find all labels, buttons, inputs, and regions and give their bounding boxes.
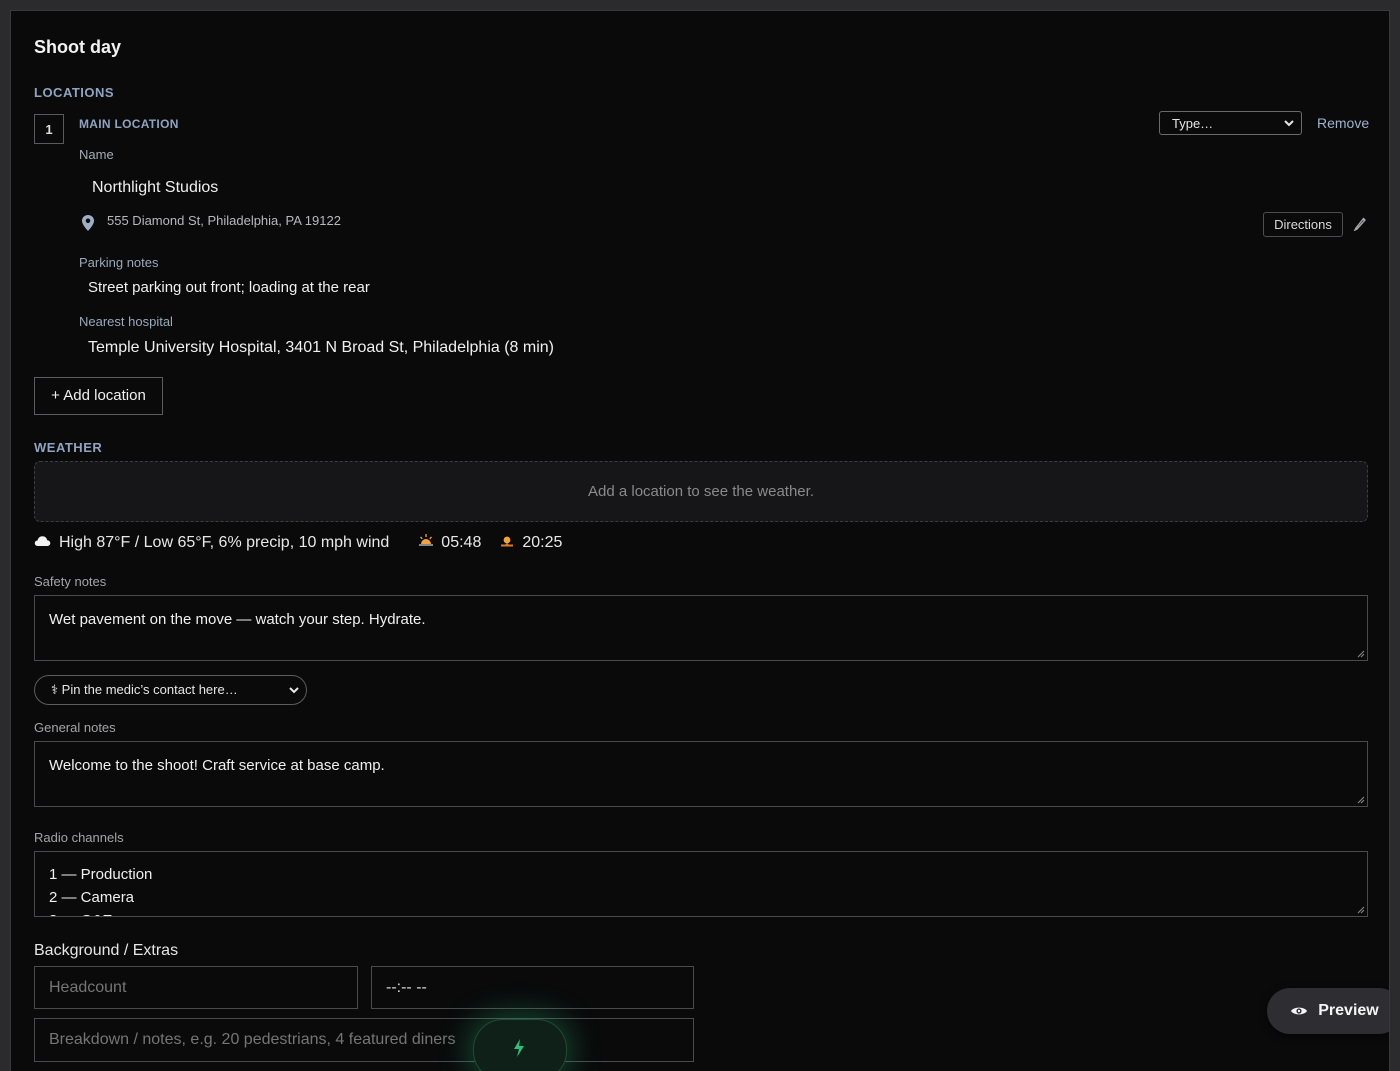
- location-address: 555 Diamond St, Philadelphia, PA 19122: [107, 213, 341, 228]
- shoot-day-panel: Shoot day LOCATIONS 1 MAIN LOCATION Type…: [10, 10, 1390, 1071]
- weather-empty-state: Add a location to see the weather.: [34, 461, 1368, 522]
- parking-notes-label: Parking notes: [79, 255, 159, 270]
- radio-channels-label: Radio channels: [34, 830, 124, 845]
- general-notes-textarea[interactable]: Welcome to the shoot! Craft service at b…: [34, 741, 1368, 807]
- general-notes-label: General notes: [34, 720, 116, 735]
- location-heading: MAIN LOCATION: [79, 117, 179, 131]
- preview-label: Preview: [1318, 1002, 1379, 1019]
- sunrise-icon: [418, 533, 434, 552]
- extras-breakdown-input[interactable]: [34, 1018, 694, 1062]
- chevron-down-icon: [288, 676, 300, 714]
- nearest-hospital-field[interactable]: Temple University Hospital, 3401 N Broad…: [88, 339, 554, 357]
- lightning-bolt-icon: [512, 1038, 526, 1063]
- sunset-time: 20:25: [522, 533, 563, 551]
- extras-heading: Background / Extras: [34, 942, 179, 959]
- remove-location-link[interactable]: Remove: [1317, 115, 1369, 131]
- weather-section-heading: WEATHER: [34, 440, 103, 455]
- preview-button[interactable]: Preview: [1267, 988, 1389, 1034]
- safety-notes-label: Safety notes: [34, 574, 107, 589]
- radio-channel-line: 2 — Camera: [49, 889, 135, 906]
- resize-handle-icon[interactable]: [1357, 906, 1365, 914]
- locations-section-heading: LOCATIONS: [34, 85, 115, 100]
- chevron-down-icon: [1283, 115, 1295, 134]
- weather-summary-line: High 87°F / Low 65°F, 6% precip, 10 mph …: [34, 533, 562, 552]
- weather-summary-text: High 87°F / Low 65°F, 6% precip, 10 mph …: [59, 533, 390, 551]
- cloud-icon: [34, 534, 52, 552]
- edit-pencil-icon[interactable]: [1353, 215, 1367, 235]
- name-label: Name: [79, 147, 114, 162]
- radio-channel-line: 3 — G&E: [49, 909, 1353, 916]
- headcount-input[interactable]: [34, 966, 358, 1009]
- extras-time-input[interactable]: --:-- --: [371, 966, 694, 1009]
- location-number: 1: [34, 114, 64, 144]
- quick-action-button[interactable]: [473, 1019, 567, 1071]
- map-pin-icon: [81, 214, 95, 237]
- eye-icon: [1290, 1005, 1308, 1017]
- general-notes-text: Welcome to the shoot! Craft service at b…: [49, 757, 385, 774]
- add-location-button[interactable]: + Add location: [34, 377, 163, 415]
- sunrise-time: 05:48: [441, 533, 482, 551]
- safety-notes-text: Wet pavement on the move — watch your st…: [49, 611, 426, 628]
- resize-handle-icon[interactable]: [1357, 650, 1365, 658]
- safety-notes-textarea[interactable]: Wet pavement on the move — watch your st…: [34, 595, 1368, 661]
- medic-contact-select[interactable]: ⚕ Pin the medic’s contact here…: [34, 675, 307, 705]
- directions-button[interactable]: Directions: [1263, 212, 1343, 237]
- radio-channel-line: 1 — Production: [49, 866, 153, 883]
- sunset-icon: [499, 533, 515, 552]
- location-type-value: Type…: [1172, 116, 1214, 131]
- nearest-hospital-label: Nearest hospital: [79, 314, 173, 329]
- page-title: Shoot day: [34, 37, 122, 57]
- location-name-field[interactable]: Northlight Studios: [92, 179, 218, 197]
- resize-handle-icon[interactable]: [1357, 796, 1365, 804]
- location-type-select[interactable]: Type…: [1159, 111, 1302, 135]
- radio-channels-textarea[interactable]: 1 — Production 2 — Camera 3 — G&E: [34, 851, 1368, 917]
- parking-notes-field[interactable]: Street parking out front; loading at the…: [88, 279, 370, 296]
- medic-contact-value: ⚕ Pin the medic’s contact here…: [51, 682, 238, 697]
